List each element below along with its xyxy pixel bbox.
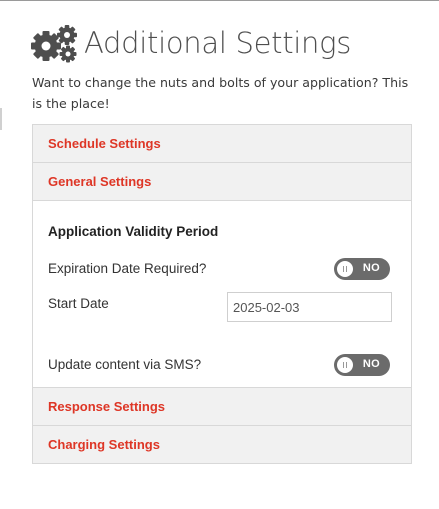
- page-title: Additional Settings: [84, 26, 352, 60]
- page-description: Want to change the nuts and bolts of you…: [32, 75, 409, 111]
- settings-accordion: Schedule Settings General Settings Appli…: [32, 124, 412, 464]
- charging-settings-label: Charging Settings: [48, 437, 160, 452]
- toggle-state-label: NO: [362, 262, 380, 274]
- sms-update-label: Update content via SMS?: [48, 357, 202, 372]
- start-date-input[interactable]: [227, 292, 392, 322]
- general-settings-panel: Application Validity Period Expiration D…: [33, 201, 411, 388]
- expiration-date-label: Expiration Date Required?: [48, 261, 207, 276]
- expiration-date-toggle[interactable]: NO: [334, 258, 390, 280]
- page-header: Additional Settings: [31, 20, 351, 66]
- start-date-label: Start Date: [48, 296, 109, 311]
- general-settings-label: General Settings: [48, 174, 152, 189]
- gears-icon: [31, 23, 79, 63]
- sms-update-toggle[interactable]: NO: [334, 354, 390, 376]
- charging-settings-header[interactable]: Charging Settings: [33, 426, 411, 464]
- general-settings-header[interactable]: General Settings: [33, 163, 411, 201]
- schedule-settings-header[interactable]: Schedule Settings: [33, 125, 411, 163]
- toggle-knob: [337, 261, 353, 277]
- response-settings-header[interactable]: Response Settings: [33, 388, 411, 426]
- schedule-settings-label: Schedule Settings: [48, 136, 161, 151]
- toggle-knob: [337, 357, 353, 373]
- left-edge-mark: [0, 108, 2, 130]
- top-border: [0, 0, 439, 1]
- response-settings-label: Response Settings: [48, 399, 166, 414]
- validity-period-title: Application Validity Period: [48, 224, 219, 239]
- toggle-state-label: NO: [362, 358, 380, 370]
